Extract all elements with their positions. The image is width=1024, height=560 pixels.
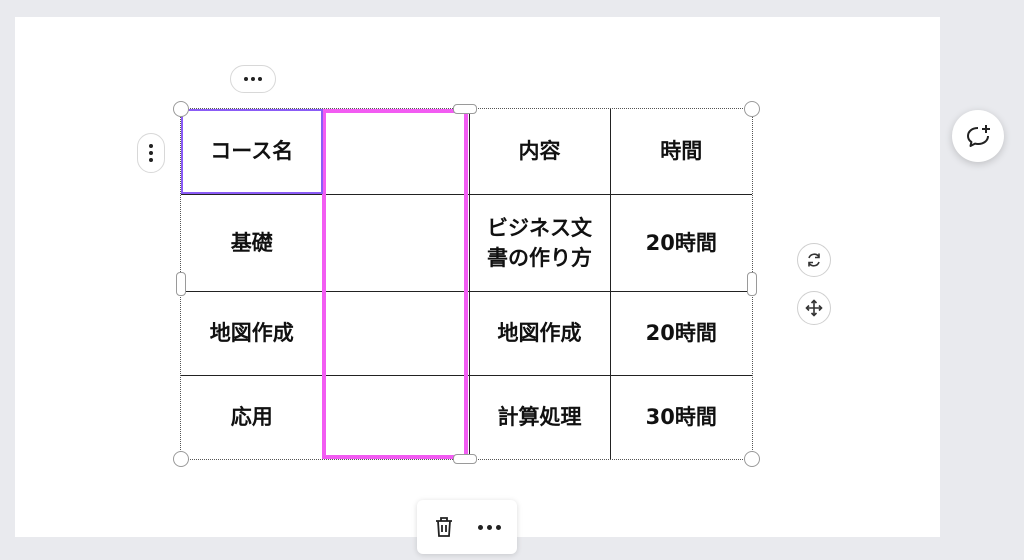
table-row: 地図作成 地図作成 20時間	[181, 290, 752, 376]
rotate-icon	[808, 253, 820, 267]
table-cell[interactable]: 時間	[609, 109, 752, 195]
resize-handle-bottom-right[interactable]	[744, 451, 760, 467]
column-more-button[interactable]	[230, 65, 276, 93]
more-horizontal-icon	[244, 77, 248, 81]
table-row: 応用 計算処理 30時間	[181, 374, 752, 459]
dot	[487, 524, 493, 530]
resize-handle-right[interactable]	[747, 272, 757, 296]
row-more-button[interactable]	[137, 133, 165, 173]
resize-handle-left[interactable]	[176, 272, 186, 296]
table-cell[interactable]: 内容	[468, 109, 611, 195]
dot	[478, 524, 484, 530]
move-button[interactable]	[797, 291, 831, 325]
move-icon	[805, 299, 823, 317]
add-comment-button[interactable]	[952, 110, 1004, 162]
table-cell-empty[interactable]	[322, 290, 470, 376]
table-cell[interactable]: 計算処理	[468, 374, 611, 459]
table-cell-empty[interactable]	[322, 374, 470, 459]
table-cell[interactable]: 地図作成	[181, 290, 324, 376]
table-element[interactable]: コース名 内容 時間 基礎 ビジネス文書の作り方 20時間 地図作成 地図作成 …	[180, 108, 753, 460]
table-cell-empty[interactable]	[322, 193, 470, 292]
table-cell[interactable]: コース名	[181, 109, 324, 195]
table-row: 基礎 ビジネス文書の作り方 20時間	[181, 193, 752, 292]
resize-handle-bottom[interactable]	[453, 454, 477, 464]
more-vertical-icon	[149, 144, 153, 148]
table-cell[interactable]: 地図作成	[468, 290, 611, 376]
rotate-button[interactable]	[797, 243, 831, 277]
data-table[interactable]: コース名 内容 時間 基礎 ビジネス文書の作り方 20時間 地図作成 地図作成 …	[181, 109, 752, 459]
dot	[149, 158, 153, 162]
floating-toolbar	[417, 500, 517, 554]
table-cell[interactable]: 20時間	[609, 193, 752, 292]
table-cell[interactable]: 応用	[181, 374, 324, 459]
table-cell[interactable]: ビジネス文書の作り方	[468, 193, 611, 292]
table-cell[interactable]: 基礎	[181, 193, 324, 292]
table-row: コース名 内容 時間	[181, 109, 752, 195]
dot	[258, 77, 262, 81]
resize-handle-top-right[interactable]	[744, 101, 760, 117]
dot	[251, 77, 255, 81]
more-options-button[interactable]	[472, 509, 508, 545]
resize-handle-bottom-left[interactable]	[173, 451, 189, 467]
resize-handle-top-left[interactable]	[173, 101, 189, 117]
resize-handle-top[interactable]	[453, 104, 477, 114]
table-cell-empty[interactable]	[322, 109, 470, 195]
trash-icon	[436, 517, 453, 537]
delete-button[interactable]	[426, 509, 462, 545]
add-comment-icon	[967, 125, 990, 147]
dot	[496, 524, 502, 530]
table-cell[interactable]: 30時間	[609, 374, 752, 459]
more-horizontal-icon	[478, 524, 502, 530]
table-cell[interactable]: 20時間	[609, 290, 752, 376]
dot	[149, 151, 153, 155]
